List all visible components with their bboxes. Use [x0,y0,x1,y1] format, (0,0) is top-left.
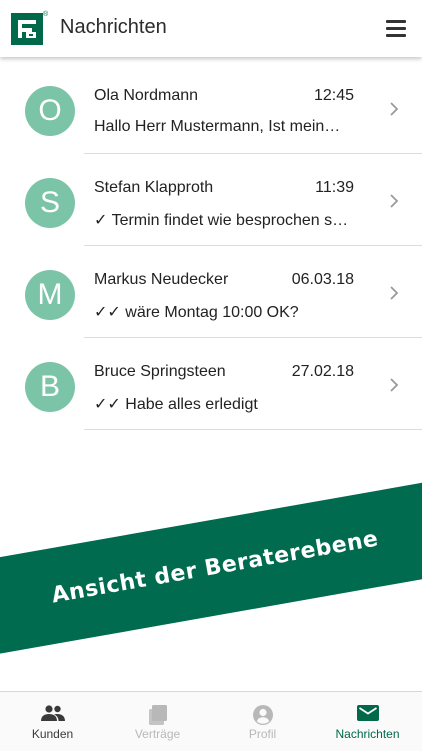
hamburger-menu-icon[interactable] [384,18,408,38]
nav-item-nachrichten[interactable]: Nachrichten [315,692,420,751]
mail-icon [356,705,379,721]
avatar: B [25,362,75,412]
message-time: 11:39 [315,179,354,196]
message-time: 06.03.18 [291,271,354,288]
contact-name: Bruce Springsteen [94,363,226,380]
company-logo-icon [11,13,43,45]
nav-label: Verträge [134,727,181,741]
message-preview: Hallo Herr Mustermann, Ist meine Anfrage… [94,118,349,135]
list-item[interactable]: M Markus Neudecker 06.03.18 ✓✓ wäre Mont… [0,246,422,338]
contact-name: Ola Nordmann [94,87,199,104]
registered-mark: ® [43,11,49,18]
message-list: O Ola Nordmann 12:45 Hallo Herr Musterma… [0,62,422,430]
promo-banner: Ansicht der Beraterebene [0,479,422,656]
chevron-right-icon [390,194,399,208]
avatar: O [25,86,75,136]
message-time: 27.02.18 [291,363,354,380]
chevron-right-icon [390,102,399,116]
message-preview: ✓ Termin findet wie besprochen statt [94,212,349,229]
nav-label: Nachrichten [335,727,400,741]
message-time: 12:45 [313,87,354,104]
list-item[interactable]: O Ola Nordmann 12:45 Hallo Herr Musterma… [0,62,422,154]
contact-name: Markus Neudecker [94,271,229,288]
bottom-navigation: Kunden Verträge Profil Nachrichten [0,691,422,751]
app-header: ® Nachrichten [0,0,422,57]
documents-icon [148,705,167,725]
page-title: Nachrichten [60,16,167,38]
divider [84,429,422,430]
nav-item-profil[interactable]: Profil [210,692,315,751]
list-item[interactable]: B Bruce Springsteen 27.02.18 ✓✓ Habe all… [0,338,422,430]
people-icon [40,705,65,721]
nav-item-kunden[interactable]: Kunden [0,692,105,751]
nav-label: Kunden [31,727,74,741]
message-preview: ✓✓ Habe alles erledigt [94,396,258,413]
avatar: M [25,270,75,320]
message-preview: ✓✓ wäre Montag 10:00 OK? [94,304,299,321]
nav-label: Profil [248,727,277,741]
chevron-right-icon [390,378,399,392]
chevron-right-icon [390,286,399,300]
profile-icon [252,705,273,725]
banner-text: Ansicht der Beraterebene [49,526,381,609]
avatar: S [25,178,75,228]
contact-name: Stefan Klapproth [94,179,214,196]
nav-item-vertraege[interactable]: Verträge [105,692,210,751]
list-item[interactable]: S Stefan Klapproth 11:39 ✓ Termin findet… [0,154,422,246]
